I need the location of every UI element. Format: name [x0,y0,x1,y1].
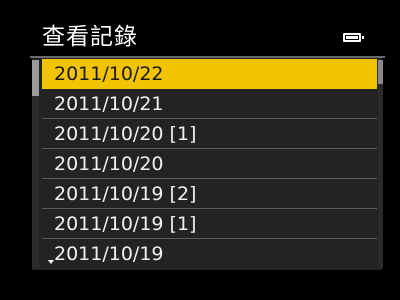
left-rail-marker [32,60,39,96]
list-item[interactable]: 2011/10/19 [2] [42,179,377,209]
list-item[interactable]: 2011/10/20 [1] [42,119,377,149]
page-title: 查看記錄 [42,24,138,50]
scrollbar-track[interactable] [378,60,383,268]
list-item[interactable]: 2011/10/20 [42,149,377,179]
list-item[interactable]: 2011/10/19 [42,239,377,269]
list-item[interactable]: 2011/10/19 [1] [42,209,377,239]
triangle-down-icon [48,260,54,264]
battery-full-icon [343,33,364,42]
date-list: 2011/10/22 2011/10/21 2011/10/20 [1] 201… [42,59,377,269]
list-item-selected[interactable]: 2011/10/22 [42,59,377,89]
list-item[interactable]: 2011/10/21 [42,89,377,119]
scrollbar-thumb[interactable] [378,60,383,84]
camera-screen: 查看記錄 2011/10/22 2011/10/21 2011/10/20 [1… [0,0,400,300]
